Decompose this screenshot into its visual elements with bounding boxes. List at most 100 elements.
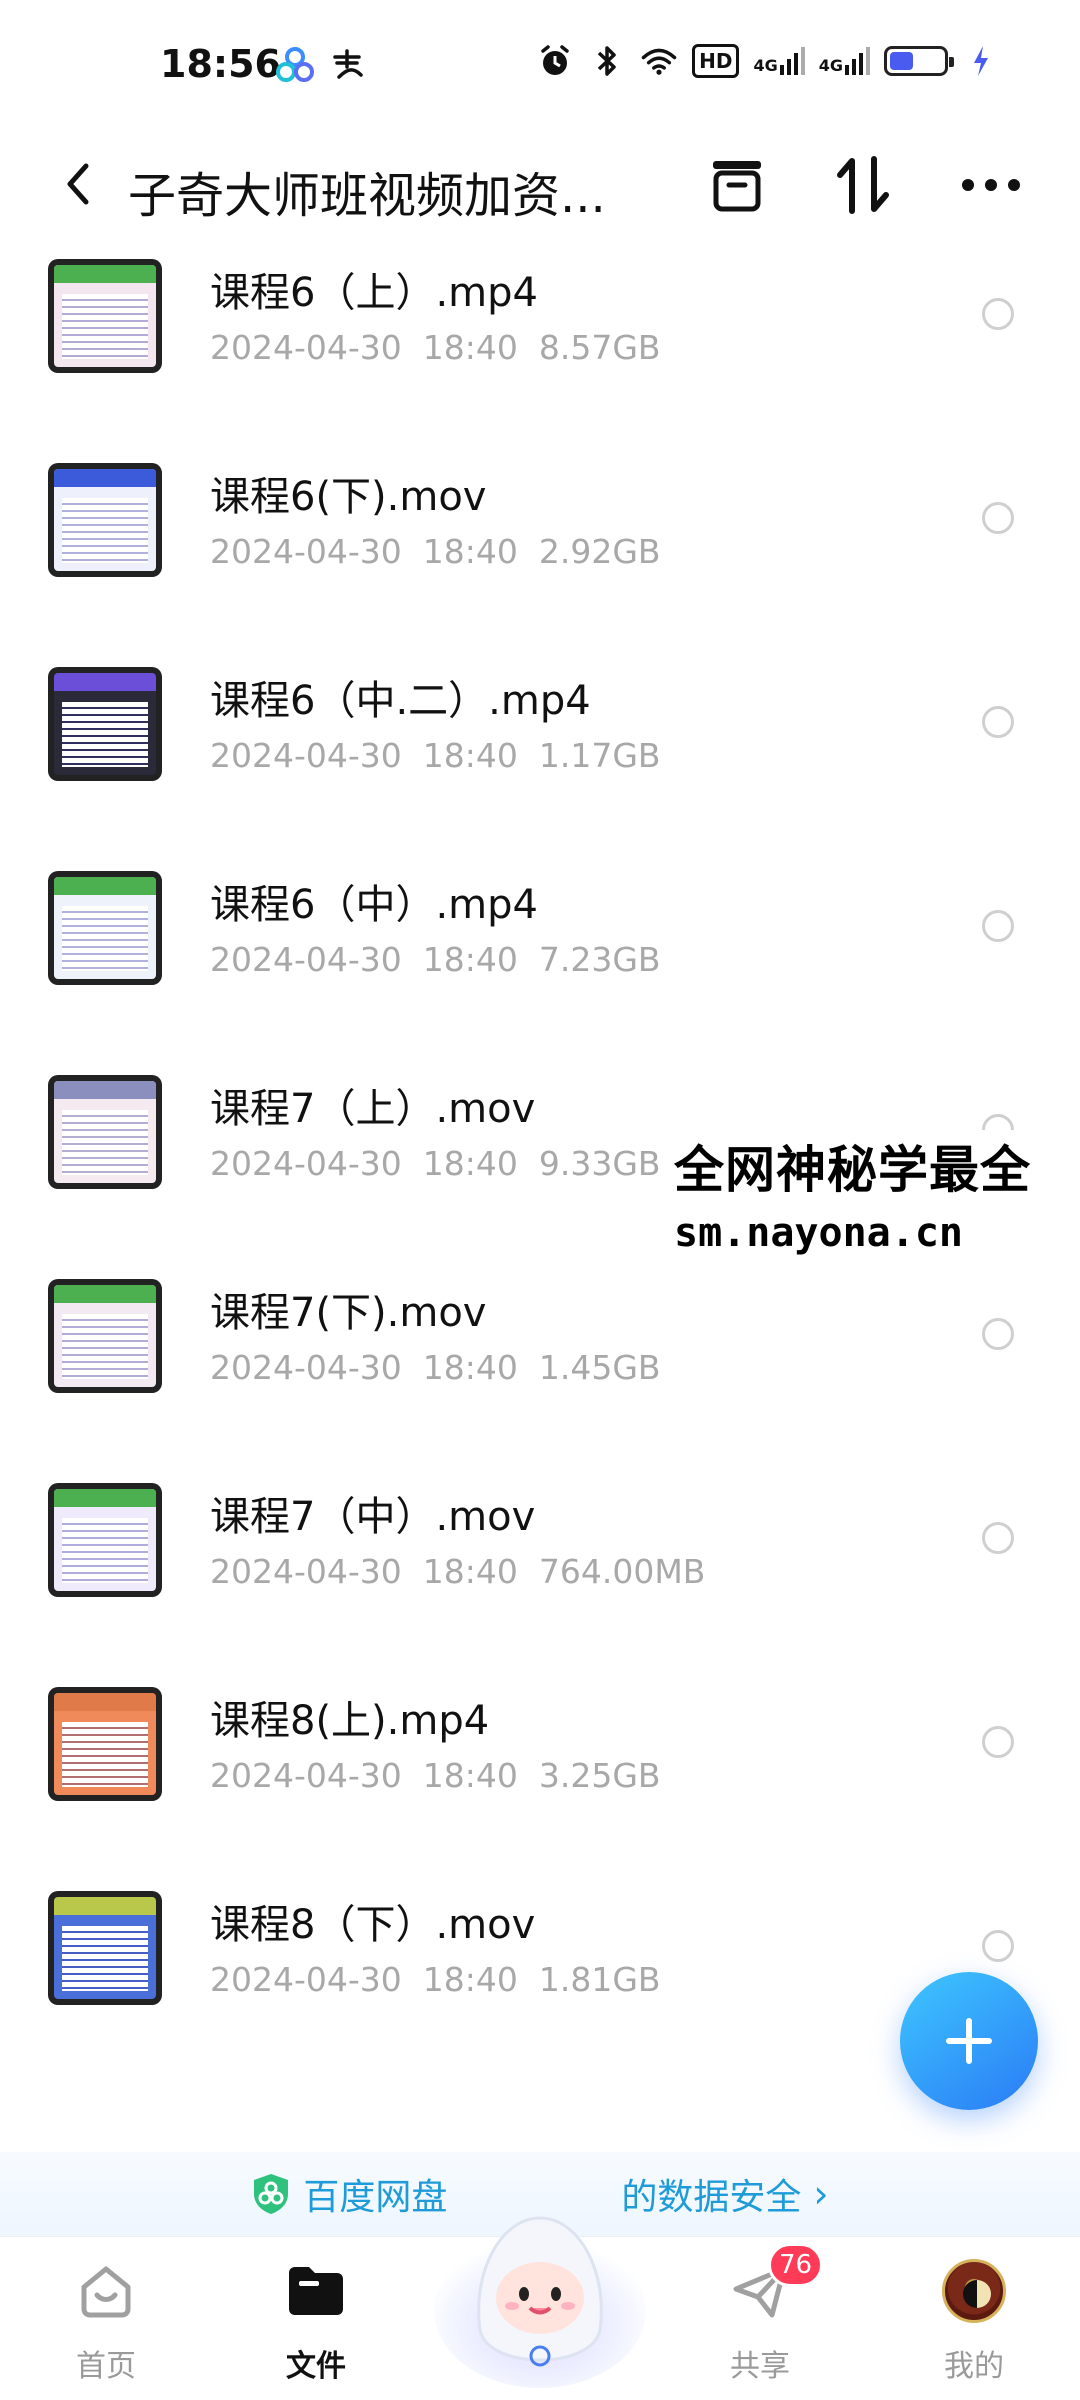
thumbnail-image <box>54 265 156 367</box>
file-meta: 2024-04-30 18:40 764.00MB <box>210 1552 705 1591</box>
wifi-icon <box>640 42 678 80</box>
thumbnail-header <box>54 1897 156 1916</box>
home-icon <box>74 2259 138 2323</box>
watermark-url: sm.nayona.cn <box>674 1210 963 1256</box>
file-time: 18:40 <box>422 532 518 571</box>
file-time: 18:40 <box>422 1348 518 1387</box>
back-button[interactable] <box>48 154 108 214</box>
thumbnail-image <box>54 1081 156 1183</box>
file-row[interactable]: 课程7（中）.mov 2024-04-30 18:40 764.00MB <box>0 1476 1080 1680</box>
select-checkbox[interactable] <box>982 502 1014 534</box>
banner-text-tail: 的数据安全 <box>621 2177 802 2218</box>
file-time: 18:40 <box>422 1960 518 1999</box>
thumbnail-header <box>54 1489 156 1508</box>
video-thumbnail <box>48 1687 162 1801</box>
file-size: 3.25GB <box>538 1756 661 1795</box>
folder-icon <box>284 2259 348 2323</box>
file-name: 课程8(上).mp4 <box>210 1698 490 1744</box>
thumbnail-content <box>62 497 148 563</box>
file-date: 2024-04-30 <box>210 940 402 979</box>
thumbnail-content <box>62 701 148 767</box>
tab-home[interactable]: 首页 <box>36 2259 176 2385</box>
add-button[interactable] <box>900 1972 1038 2110</box>
user-avatar <box>942 2259 1006 2323</box>
file-size: 9.33GB <box>538 1144 661 1183</box>
file-size: 8.57GB <box>538 328 661 367</box>
select-checkbox[interactable] <box>982 1726 1014 1758</box>
file-row[interactable]: 课程6（中.二）.mp4 2024-04-30 18:40 1.17GB <box>0 660 1080 864</box>
file-time: 18:40 <box>422 1144 518 1183</box>
file-time: 18:40 <box>422 1552 518 1591</box>
mascot-character-icon <box>434 2216 646 2388</box>
select-checkbox[interactable] <box>982 706 1014 738</box>
thumbnail-image <box>54 1693 156 1795</box>
more-button[interactable] <box>956 150 1026 220</box>
select-checkbox[interactable] <box>982 910 1014 942</box>
file-meta: 2024-04-30 18:40 9.33GB <box>210 1144 661 1183</box>
transfer-button[interactable] <box>702 150 772 220</box>
tab-mine[interactable]: 我的 <box>904 2259 1044 2385</box>
file-name: 课程7（上）.mov <box>210 1086 536 1132</box>
watermark-text: 全网神秘学最全 <box>674 1141 1031 1199</box>
thumbnail-header <box>54 469 156 488</box>
file-time: 18:40 <box>422 1756 518 1795</box>
file-row[interactable]: 课程6（上）.mp4 2024-04-30 18:40 8.57GB <box>0 252 1080 456</box>
video-thumbnail <box>48 1279 162 1393</box>
thumbnail-image <box>54 469 156 571</box>
select-checkbox[interactable] <box>982 298 1014 330</box>
tab-mine-label: 我的 <box>944 2349 1004 2384</box>
file-meta: 2024-04-30 18:40 1.45GB <box>210 1348 661 1387</box>
file-date: 2024-04-30 <box>210 1960 402 1999</box>
thumbnail-content <box>62 1313 148 1379</box>
thumbnail-header <box>54 877 156 896</box>
file-time: 18:40 <box>422 736 518 775</box>
shield-icon <box>254 2174 289 2214</box>
file-size: 764.00MB <box>538 1552 706 1591</box>
tab-files[interactable]: 文件 <box>246 2259 386 2385</box>
file-row[interactable]: 课程6（中）.mp4 2024-04-30 18:40 7.23GB <box>0 864 1080 1068</box>
video-thumbnail <box>48 1483 162 1597</box>
alarm-icon <box>536 42 574 80</box>
sim1-network-type: 4G <box>753 56 778 75</box>
share-notification-badge: 76 <box>768 2243 824 2287</box>
battery-level <box>890 52 914 70</box>
thumbnail-content <box>62 293 148 359</box>
file-date: 2024-04-30 <box>210 1552 402 1591</box>
thumbnail-header <box>54 673 156 692</box>
thumbnail-content <box>62 1109 148 1175</box>
header: 子奇大师班视频加资... <box>0 130 1080 246</box>
tab-share[interactable]: 76 共享 <box>690 2243 830 2385</box>
sort-button[interactable] <box>828 150 898 220</box>
file-name: 课程8（下）.mov <box>210 1902 536 1948</box>
sim2-network-type: 4G <box>818 56 843 75</box>
sort-icon <box>837 156 889 214</box>
mascot-button[interactable] <box>432 2180 648 2390</box>
file-name: 课程6(下).mov <box>210 474 487 520</box>
select-checkbox[interactable] <box>982 1318 1014 1350</box>
file-size: 1.45GB <box>538 1348 661 1387</box>
select-checkbox[interactable] <box>982 1930 1014 1962</box>
status-time: 18:56 <box>160 42 281 86</box>
status-bar: 18:56 HD 4G 4G <box>0 0 1080 130</box>
thumbnail-content <box>62 1517 148 1583</box>
plus-icon <box>946 2018 992 2064</box>
hd-voice-badge: HD <box>692 44 740 78</box>
box-icon <box>713 161 761 212</box>
file-row[interactable]: 课程8(上).mp4 2024-04-30 18:40 3.25GB <box>0 1680 1080 1884</box>
thumbnail-content <box>62 1721 148 1787</box>
select-checkbox[interactable] <box>982 1522 1014 1554</box>
file-row[interactable]: 课程6(下).mov 2024-04-30 18:40 2.92GB <box>0 456 1080 660</box>
status-indicators: HD 4G 4G <box>536 42 1000 80</box>
video-thumbnail <box>48 1075 162 1189</box>
alipay-icon <box>328 46 366 84</box>
file-date: 2024-04-30 <box>210 1144 402 1183</box>
file-meta: 2024-04-30 18:40 8.57GB <box>210 328 661 367</box>
thumbnail-image <box>54 1285 156 1387</box>
file-row[interactable]: 课程7(下).mov 2024-04-30 18:40 1.45GB <box>0 1272 1080 1476</box>
chevron-right-icon: › <box>813 2172 829 2216</box>
file-name: 课程6（中）.mp4 <box>210 882 538 928</box>
battery-icon <box>884 46 954 76</box>
watermark-overlay: 全网神秘学最全 sm.nayona.cn <box>674 1130 1080 1260</box>
thumbnail-header <box>54 1285 156 1304</box>
video-thumbnail <box>48 871 162 985</box>
